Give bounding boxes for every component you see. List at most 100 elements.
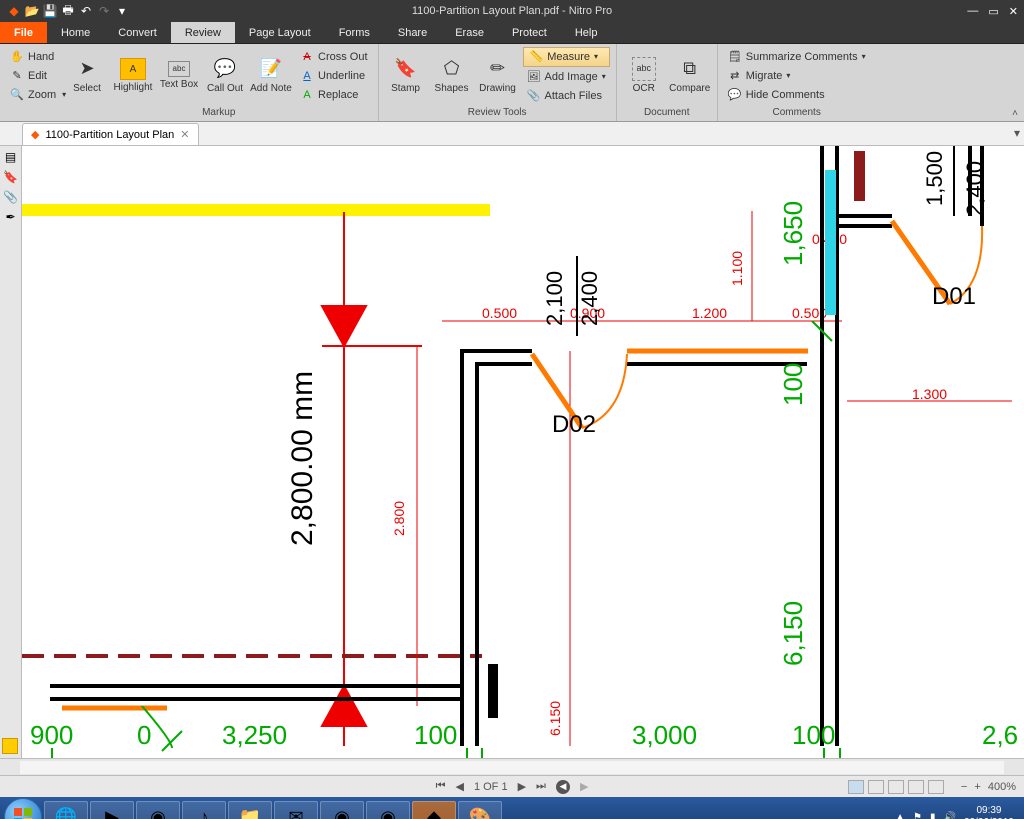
- replace-button[interactable]: AReplace: [296, 86, 372, 104]
- menu-erase[interactable]: Erase: [441, 22, 498, 43]
- ribbon-collapse-icon[interactable]: ˄: [1012, 108, 1018, 119]
- maximize-button[interactable]: ▭: [988, 5, 998, 18]
- tabs-dropdown-icon[interactable]: ▾: [1014, 126, 1020, 140]
- group-comments: Comments: [718, 107, 876, 121]
- last-page-icon[interactable]: ⏭: [536, 780, 546, 793]
- taskbar-paint[interactable]: 🎨: [458, 801, 502, 819]
- tray-network-icon[interactable]: ▮: [930, 812, 936, 819]
- view-single[interactable]: [848, 780, 864, 794]
- textbox-icon: abc: [168, 61, 190, 77]
- svg-text:6.150: 6.150: [547, 701, 563, 736]
- menu-home[interactable]: Home: [47, 22, 104, 43]
- warning-icon[interactable]: [2, 738, 18, 754]
- taskbar-outlook[interactable]: ✉: [274, 801, 318, 819]
- measure-button[interactable]: 📏Measure▾: [523, 47, 610, 67]
- undo-icon[interactable]: ↶: [78, 3, 94, 19]
- page-canvas[interactable]: 2,800.00 mm 2.800 6.150 1.100 0.500 0.90…: [22, 146, 1024, 758]
- minimize-button[interactable]: —: [967, 5, 978, 18]
- menu-protect[interactable]: Protect: [498, 22, 561, 43]
- taskbar-media[interactable]: ▶: [90, 801, 134, 819]
- start-button[interactable]: [4, 798, 42, 819]
- next-page-icon[interactable]: ▶: [518, 780, 526, 793]
- pages-panel-icon[interactable]: ▤: [5, 150, 16, 164]
- column-maroon: [854, 151, 865, 201]
- migrate-icon: ⇄: [728, 69, 742, 83]
- menu-forms[interactable]: Forms: [325, 22, 384, 43]
- menu-convert[interactable]: Convert: [104, 22, 171, 43]
- qat-dropdown-icon[interactable]: ▾: [114, 3, 130, 19]
- clock[interactable]: 09:39 22/06/2019: [964, 805, 1014, 819]
- hand-icon: ✋: [10, 50, 24, 64]
- underline-button[interactable]: AUnderline: [296, 67, 372, 85]
- open-icon[interactable]: 📂: [24, 3, 40, 19]
- view-facing-cont[interactable]: [908, 780, 924, 794]
- prev-page-icon[interactable]: ◀: [455, 780, 463, 793]
- view-continuous[interactable]: [868, 780, 884, 794]
- taskbar-itunes[interactable]: ♪: [182, 801, 226, 819]
- underline-icon: A: [300, 69, 314, 83]
- image-icon: 🖼: [527, 70, 541, 84]
- attachments-panel-icon[interactable]: 📎: [3, 190, 18, 204]
- print-icon[interactable]: 🖶: [60, 3, 76, 19]
- hide-icon: 💬: [728, 88, 742, 102]
- shapes-button[interactable]: ⬠Shapes: [431, 57, 473, 94]
- hide-comments-button[interactable]: 💬Hide Comments: [724, 86, 870, 104]
- horizontal-scrollbar[interactable]: [0, 758, 1024, 775]
- clock-time: 09:39: [964, 805, 1014, 817]
- menu-pagelayout[interactable]: Page Layout: [235, 22, 325, 43]
- pencil-icon: ✏: [486, 57, 510, 81]
- compare-button[interactable]: ⧉Compare: [669, 57, 711, 94]
- menu-help[interactable]: Help: [561, 22, 612, 43]
- highlight-button[interactable]: AHighlight: [112, 58, 154, 93]
- taskbar-chrome2[interactable]: ◉: [320, 801, 364, 819]
- menu-file[interactable]: File: [0, 22, 47, 43]
- svg-text:1.200: 1.200: [692, 305, 727, 321]
- side-panel: ▤ 🔖 📎 ✒: [0, 146, 22, 758]
- menu-review[interactable]: Review: [171, 22, 235, 43]
- tab-close-icon[interactable]: ✕: [180, 128, 189, 141]
- first-page-icon[interactable]: ⏮: [436, 780, 446, 793]
- taskbar-explorer[interactable]: 📁: [228, 801, 272, 819]
- menu-bar: File Home Convert Review Page Layout For…: [0, 22, 1024, 44]
- zoom-level[interactable]: 400%: [988, 781, 1016, 793]
- view-fullscreen[interactable]: [928, 780, 944, 794]
- stamp-button[interactable]: 🔖Stamp: [385, 57, 427, 94]
- tray-up-icon[interactable]: ▲: [895, 812, 905, 819]
- summarize-button[interactable]: 🗒Summarize Comments▾: [724, 48, 870, 66]
- addimage-button[interactable]: 🖼Add Image▾: [523, 68, 610, 86]
- document-tab[interactable]: ◆ 1100-Partition Layout Plan ✕: [22, 123, 199, 145]
- svg-text:2.800: 2.800: [391, 501, 407, 536]
- tray-volume-icon[interactable]: 🔊: [943, 812, 955, 819]
- migrate-button[interactable]: ⇄Migrate▾: [724, 67, 870, 85]
- bookmarks-panel-icon[interactable]: 🔖: [3, 170, 18, 184]
- svg-text:100: 100: [414, 720, 457, 750]
- taskbar-ie[interactable]: 🌐: [44, 801, 88, 819]
- drawing-button[interactable]: ✏Drawing: [477, 57, 519, 94]
- taskbar-chrome3[interactable]: ◉: [366, 801, 410, 819]
- taskbar-nitro[interactable]: ◆: [412, 801, 456, 819]
- close-button[interactable]: ✕: [1009, 5, 1018, 18]
- ocr-button[interactable]: abcOCR: [623, 57, 665, 94]
- menu-share[interactable]: Share: [384, 22, 441, 43]
- taskbar-chrome[interactable]: ◉: [136, 801, 180, 819]
- signatures-panel-icon[interactable]: ✒: [5, 210, 15, 224]
- crossout-button[interactable]: ACross Out: [296, 48, 372, 66]
- textbox-button[interactable]: abcText Box: [158, 61, 200, 90]
- svg-text:0: 0: [137, 720, 151, 750]
- nav-fwd-icon[interactable]: ▶: [580, 780, 588, 793]
- document-tabs: ◆ 1100-Partition Layout Plan ✕ ▾: [0, 122, 1024, 146]
- select-button[interactable]: ➤Select: [66, 57, 108, 94]
- nav-back-icon[interactable]: ◀: [556, 780, 570, 794]
- stamp-icon: 🔖: [394, 57, 418, 81]
- attach-button[interactable]: 📎Attach Files: [523, 87, 610, 105]
- view-facing[interactable]: [888, 780, 904, 794]
- addnote-button[interactable]: 📝Add Note: [250, 57, 292, 94]
- redo-icon[interactable]: ↷: [96, 3, 112, 19]
- save-icon[interactable]: 💾: [42, 3, 58, 19]
- drawing-svg: 2,800.00 mm 2.800 6.150 1.100 0.500 0.90…: [22, 146, 1024, 758]
- zoom-out-icon[interactable]: −: [961, 781, 967, 793]
- zoom-in-icon[interactable]: +: [974, 781, 980, 793]
- tray-flag-icon[interactable]: ⚑: [913, 812, 922, 819]
- svg-text:3,000: 3,000: [632, 720, 697, 750]
- callout-button[interactable]: 💬Call Out: [204, 57, 246, 94]
